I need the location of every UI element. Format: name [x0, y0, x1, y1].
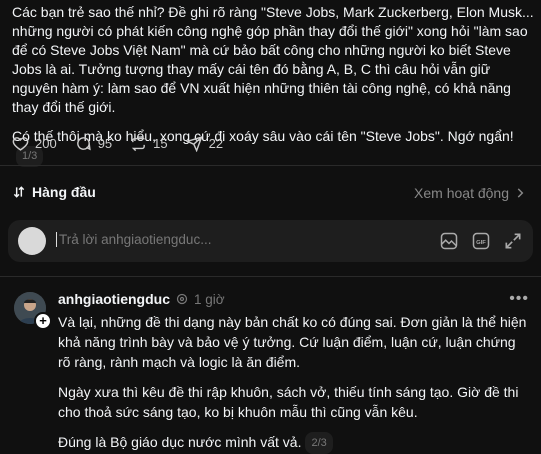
sort-arrows-icon — [13, 186, 25, 198]
avatar — [18, 227, 46, 255]
comment-body: Và lại, những đề thi dạng này bản chất k… — [58, 312, 528, 454]
divider — [0, 165, 541, 166]
reply-composer[interactable]: Trả lời anhgiaotiengduc... GIF — [8, 220, 533, 262]
share-count: 22 — [208, 136, 224, 151]
like-count: 200 — [35, 136, 57, 151]
reply-input[interactable]: Trả lời anhgiaotiengduc... — [56, 232, 211, 247]
heart-icon — [12, 137, 29, 151]
image-icon[interactable] — [439, 231, 459, 251]
chevron-right-icon — [517, 188, 524, 198]
repost-icon — [132, 135, 146, 152]
like-button[interactable]: 200 — [12, 135, 57, 152]
reply-tools: GIF — [439, 231, 523, 251]
comment-paragraph-2: Ngày xưa thì kêu đề thi rập khuôn, sách … — [58, 384, 519, 420]
post-paragraph-1: Các bạn trẻ sao thế nhỉ? Đề ghi rõ ràng … — [12, 4, 534, 115]
comment-button[interactable]: 95 — [75, 135, 112, 152]
timestamp: 1 giờ — [194, 291, 225, 307]
gif-icon[interactable]: GIF — [471, 231, 491, 251]
sort-label: Hàng đầu — [32, 184, 96, 200]
repost-count: 15 — [153, 136, 168, 151]
view-activity-link[interactable]: Xem hoạt động — [414, 185, 527, 201]
comment-count: 95 — [97, 136, 113, 151]
follow-plus-icon[interactable]: + — [34, 312, 52, 330]
post-actions: 200 95 15 22 — [12, 135, 223, 152]
repost-button[interactable]: 15 — [130, 135, 168, 152]
share-button[interactable]: 22 — [185, 135, 224, 152]
comment-pager[interactable]: 2/3 — [305, 432, 333, 454]
sort-dropdown[interactable]: Hàng đầu — [12, 184, 96, 200]
send-icon — [185, 136, 203, 152]
comment-icon — [76, 137, 91, 151]
comment-paragraph-1: Và lại, những đề thi dạng này bản chất k… — [58, 314, 527, 370]
comment-header: anhgiaotiengduc 1 giờ — [58, 291, 225, 307]
svg-text:GIF: GIF — [476, 240, 486, 246]
username[interactable]: anhgiaotiengduc — [58, 291, 170, 307]
view-activity-label: Xem hoạt động — [414, 185, 509, 201]
comment-paragraph-3-text: Đúng là Bộ giáo dục nước mình vất vả. — [58, 434, 302, 450]
expand-icon[interactable] — [503, 231, 523, 251]
divider — [0, 276, 541, 277]
threads-icon — [176, 293, 188, 305]
more-options-icon[interactable]: ••• — [509, 290, 529, 308]
comment-paragraph-3: Đúng là Bộ giáo dục nước mình vất vả. 2/3 — [58, 432, 528, 454]
